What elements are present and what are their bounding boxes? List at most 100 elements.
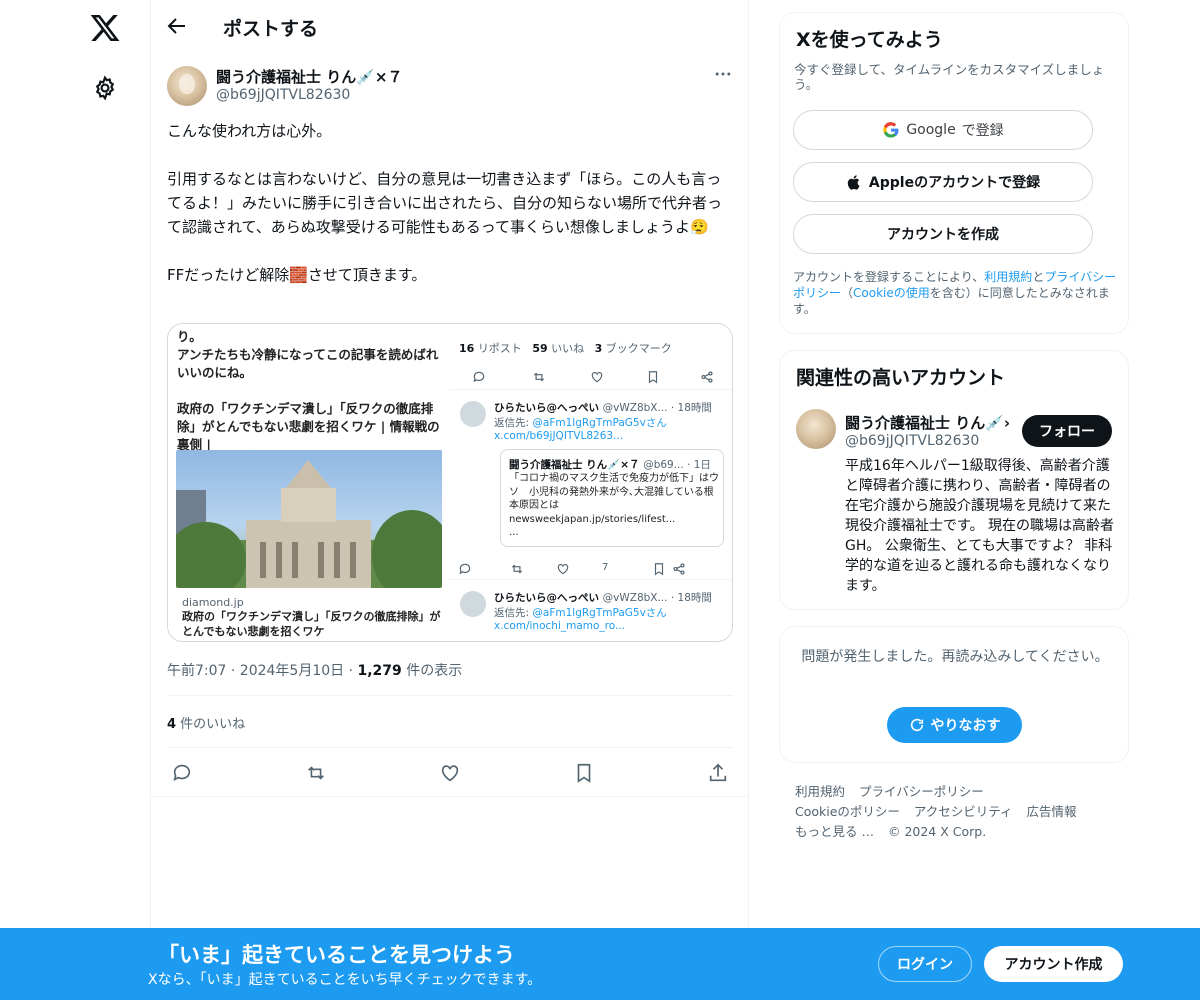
media-source: diamond.jp [182, 596, 244, 609]
cookie-link[interactable]: Cookieの使用 [853, 286, 930, 300]
reply-link: x.com/inochi_mamo_ro... [494, 620, 626, 632]
gear-icon[interactable] [92, 75, 118, 101]
footer-link-cookie[interactable]: Cookieのポリシー [795, 804, 900, 819]
divider [167, 747, 733, 748]
arrow-left-icon[interactable] [165, 14, 189, 38]
media-caption: 政府の「ワクチンデマ潰し」「反ワクの徹底排除」がとんでもない悲劇を招くワケ [182, 610, 441, 638]
post-timestamp[interactable]: 午前7:07 · 2024年5月10日 · 1,279 件の表示 [167, 660, 462, 680]
copyright: © 2024 X Corp. [887, 824, 987, 839]
refresh-icon [910, 718, 923, 732]
media-article-text: り。 アンチたちも冷静になってこの記事を読めばれいいのにね。 政府の「ワクチンデ… [177, 329, 440, 452]
signup-title: Xを使ってみよう [796, 29, 943, 51]
more-horizontal-icon[interactable] [713, 64, 733, 84]
left-nav [0, 0, 150, 1000]
footer-link-ads[interactable]: 広告情報 [1027, 804, 1077, 819]
media-quote: 闘う介護福祉士 りん💉×７ @b69... · 1日 「コロナ禍のマスク生活で免… [500, 449, 724, 547]
retweet-icon [533, 372, 545, 382]
footer-links: 利用規約 プライバシーポリシー Cookieのポリシー アクセシビリティ 広告情… [795, 782, 1125, 842]
footer-link-accessibility[interactable]: アクセシビリティ [914, 804, 1013, 819]
reply-icon [459, 563, 471, 575]
media-reply-1: ひらたいら@へっぺい @vWZ8bX... · 18時間 返信先: @aFm1l… [458, 396, 732, 451]
reply-author: ひらたいら@へっぺい @vWZ8bX... · 18時間 [494, 402, 712, 414]
bookmark-icon [648, 371, 658, 384]
media-right-panel: 16 リポスト 59 いいね 3 ブックマーク ひらたいら@へっぺい @vWZ8… [450, 324, 732, 641]
divider [151, 796, 749, 797]
bookmark-icon [654, 563, 664, 576]
login-banner: 「いま」起きていることを見つけよう Xなら、「いま」起きていることをいち早くチェ… [0, 928, 1200, 1000]
post-header: ポストする [151, 0, 749, 53]
author-name[interactable]: 闘う介護福祉士 りん💉×７ [216, 66, 402, 87]
post-text: こんな使われ方は心外。 引用するなとは言わないけど、自分の意見は一切書き込まず「… [167, 119, 733, 287]
create-account-button[interactable]: アカウントを作成 [793, 214, 1093, 254]
views-count: 7 [602, 562, 609, 573]
create-account-label: アカウントを作成 [887, 227, 999, 243]
quote-text: 「コロナ禍のマスク生活で免疫力が低下」はウソ 小児科の発熱外来が今､大混雑してい… [509, 473, 719, 538]
reply-link: x.com/b69jJQITVL8263... [494, 430, 624, 442]
media-stats: 16 リポスト 59 いいね 3 ブックマーク [459, 342, 672, 355]
divider [167, 695, 733, 696]
media-image[interactable]: り。 アンチたちも冷静になってこの記事を読めばれいいのにね。 政府の「ワクチンデ… [167, 323, 733, 642]
avatar [460, 401, 486, 427]
apple-signup-label: Appleのアカウントで登録 [868, 175, 1041, 191]
avatar[interactable] [796, 409, 836, 449]
media-building-photo [176, 450, 442, 588]
media-left-panel: り。 アンチたちも冷静になってこの記事を読めばれいいのにね。 政府の「ワクチンデ… [168, 324, 450, 641]
google-signup-button[interactable]: Google で登録 [793, 110, 1093, 150]
follow-button[interactable]: フォロー [1022, 415, 1112, 447]
post-line [167, 143, 733, 167]
banner-title: 「いま」起きていることを見つけよう [158, 943, 515, 967]
author-handle[interactable]: @b69jJQITVL82630 [216, 87, 350, 103]
reply-icon[interactable] [171, 762, 193, 784]
bookmark-icon[interactable] [573, 762, 595, 784]
reply-icon [473, 371, 485, 383]
heart-icon [591, 372, 603, 383]
signup-card: Xを使ってみよう 今すぐ登録して、タイムラインをカスタマイズしましょう。 Goo… [779, 12, 1129, 334]
reply-to: 返信先: @aFm1lgRgTmPaG5vさん [494, 607, 667, 619]
google-signup-label: で登録 [961, 123, 1004, 139]
related-account-name[interactable]: 闘う介護福祉士 りん💉› [845, 412, 1010, 433]
retweet-icon [511, 564, 523, 574]
retry-button[interactable]: やりなおす [887, 707, 1022, 743]
share-icon [673, 563, 685, 575]
avatar [460, 591, 486, 617]
media-action-icons: 7 [450, 560, 732, 580]
signup-button[interactable]: アカウント作成 [984, 946, 1123, 982]
heart-icon[interactable] [439, 762, 461, 784]
related-accounts-card: 関連性の高いアカウント 闘う介護福祉士 りん💉› @b69jJQITVL8263… [779, 350, 1129, 610]
post-line: 引用するなとは言わないけど、自分の意見は一切書き込まず「ほら。この人も言ってるよ… [167, 170, 723, 236]
quote-author: 闘う介護福祉士 りん💉×７ @b69... · 1日 [509, 459, 711, 471]
post-line: こんな使われ方は心外。 [167, 122, 332, 140]
legal-text: アカウントを登録することにより、利用規約とプライバシーポリシー（Cookieの使… [793, 270, 1117, 316]
google-icon [883, 122, 899, 138]
media-reply-2: ひらたいら@へっぺい @vWZ8bX... · 18時間 返信先: @aFm1l… [458, 586, 732, 641]
post-line [167, 239, 733, 263]
apple-icon [847, 174, 860, 190]
error-message: 問題が発生しました。再読み込みしてください。 [801, 649, 1109, 665]
likes-count[interactable]: 4 件のいいね [167, 713, 245, 732]
footer-link-terms[interactable]: 利用規約 [795, 784, 845, 799]
signup-subtitle: 今すぐ登録して、タイムラインをカスタマイズしましょう。 [794, 62, 1105, 92]
apple-signup-button[interactable]: Appleのアカウントで登録 [793, 162, 1093, 202]
main-column: ポストする 闘う介護福祉士 りん💉×７ @b69jJQITVL82630 こんな… [150, 0, 749, 1000]
related-title: 関連性の高いアカウント [796, 367, 1006, 389]
post-line: FFだったけど解除🧱させて頂きます。 [167, 266, 427, 284]
reply-author: ひらたいら@へっぺい @vWZ8bX... · 18時間 [494, 592, 712, 604]
share-icon [701, 371, 713, 383]
google-brand: Google [906, 122, 956, 138]
page-title: ポストする [223, 18, 319, 40]
banner-subtitle: Xなら、「いま」起きていることをいち早くチェックできます。 [148, 972, 542, 988]
avatar[interactable] [167, 66, 207, 106]
media-action-icons [450, 366, 732, 390]
retweet-icon[interactable] [305, 762, 327, 784]
reply-to: 返信先: @aFm1lgRgTmPaG5vさん [494, 417, 667, 429]
related-account-handle: @b69jJQITVL82630 [845, 433, 980, 449]
error-card: 問題が発生しました。再読み込みしてください。 やりなおす [779, 626, 1129, 763]
footer-link-more[interactable]: もっと見る … [795, 824, 874, 839]
x-logo-icon[interactable] [89, 12, 121, 44]
login-button[interactable]: ログイン [878, 946, 972, 982]
related-account-bio: 平成16年ヘルパー1級取得後、高齢者介護と障碍者介護に携わり、高齢者・障碍者の在… [845, 458, 1115, 594]
share-icon[interactable] [707, 762, 729, 784]
heart-icon [557, 564, 569, 575]
terms-link[interactable]: 利用規約 [984, 270, 1032, 284]
footer-link-privacy[interactable]: プライバシーポリシー [859, 784, 984, 799]
